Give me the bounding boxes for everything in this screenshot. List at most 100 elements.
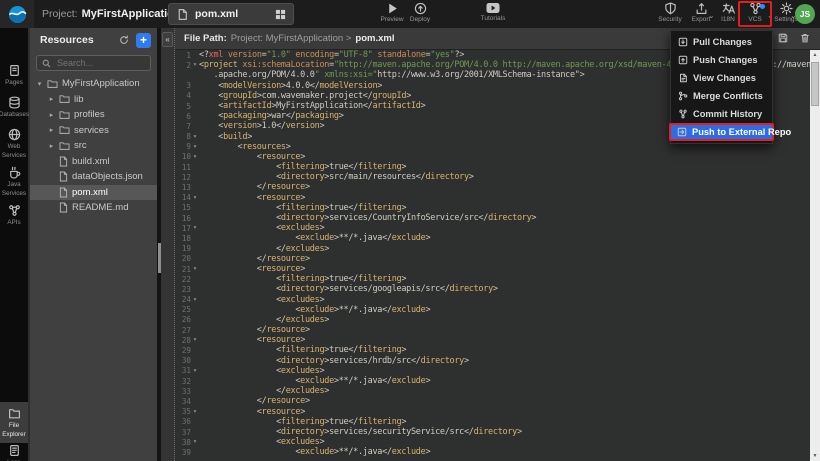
fold-marker-icon[interactable]: ▾ <box>191 337 199 343</box>
fold-marker-icon[interactable]: ▾ <box>191 266 199 272</box>
code-line: <directory>src/main/resources</directory… <box>199 172 474 182</box>
code-row: 26 </excludes> <box>175 315 810 325</box>
fold-marker-icon[interactable]: ▾ <box>191 195 199 201</box>
resources-search[interactable] <box>36 55 151 71</box>
sidebar-item-databases[interactable]: Databases <box>0 96 28 118</box>
tree-item-profiles[interactable]: ▸profiles <box>30 107 157 123</box>
menu-item-merge-conflicts[interactable]: Merge Conflicts <box>671 87 772 105</box>
code-row: 34 </resource> <box>175 396 810 406</box>
add-resource-button[interactable]: + <box>136 33 151 48</box>
tree-item-lib[interactable]: ▸lib <box>30 92 157 108</box>
user-avatar[interactable]: JS <box>795 4 815 24</box>
editor-scrollbar[interactable]: ▲ ▼ <box>810 50 820 461</box>
fold-marker-icon[interactable]: ▾ <box>191 297 199 303</box>
line-number: 11 <box>175 163 191 172</box>
line-number: 9 <box>175 142 191 151</box>
chevron-right-icon[interactable]: ▸ <box>48 95 55 103</box>
code-line: <artifactId>MyFirstApplication</artifact… <box>199 101 425 111</box>
tree-item-dataobjects-json[interactable]: dataObjects.json <box>30 169 157 185</box>
chevron-right-icon[interactable]: ▸ <box>48 142 55 150</box>
fold-marker-icon[interactable]: ▾ <box>191 225 199 231</box>
code-line: </excludes> <box>199 244 329 254</box>
deploy-button[interactable]: Deploy <box>405 2 435 23</box>
tutorials-button[interactable]: Tutorials <box>478 2 508 22</box>
fold-marker-icon[interactable]: ▾ <box>191 144 199 150</box>
fold-marker-icon[interactable]: ▾ <box>191 154 199 160</box>
menu-item-push-changes[interactable]: Push Changes <box>671 51 772 69</box>
activity-bar: ••• PagesDatabasesWebServicesJavaService… <box>0 28 28 461</box>
grid-icon[interactable] <box>275 9 286 20</box>
line-number: 38 <box>175 438 191 447</box>
line-number: 23 <box>175 285 191 294</box>
folder-icon <box>59 141 70 151</box>
code-row: 18 <exclude>**/*.java</exclude> <box>175 233 810 243</box>
sidebar-item-label: Databases <box>0 111 29 118</box>
line-number: 32 <box>175 377 191 386</box>
fold-marker-icon[interactable]: ▾ <box>191 409 199 415</box>
line-number: 26 <box>175 315 191 324</box>
code-line: .apache.org/POM/4.0.0" xmlns:xsi="http:/… <box>199 70 584 80</box>
open-file-tab[interactable]: pom.xml <box>168 3 294 25</box>
sidebar-item-web-services[interactable]: WebServices <box>0 128 28 159</box>
fold-marker-icon[interactable]: ▾ <box>191 439 199 445</box>
search-input[interactable] <box>55 57 140 69</box>
tree-item-src[interactable]: ▸src <box>30 138 157 154</box>
refresh-icon[interactable] <box>119 35 129 45</box>
sidebar-item-logs[interactable]: Logs <box>0 444 28 461</box>
line-number: 16 <box>175 214 191 223</box>
code-line: <exclude>**/*.java</exclude> <box>199 233 430 243</box>
editor-scrollbar-thumb[interactable] <box>811 62 819 106</box>
chevron-right-icon[interactable]: ▸ <box>48 111 55 119</box>
collapse-panel-button[interactable]: « <box>162 32 173 47</box>
fold-marker-icon[interactable]: ▾ <box>191 134 199 140</box>
fold-marker-icon[interactable]: ▾ <box>191 368 199 374</box>
sidebar-item-file-explorer[interactable]: FileExplorer <box>0 402 28 443</box>
file-icon <box>59 156 68 167</box>
sidebar-item-java-services[interactable]: JavaServices <box>0 166 28 197</box>
preview-label: Preview <box>380 16 403 23</box>
databases-icon <box>8 96 21 109</box>
deploy-label: Deploy <box>410 16 430 23</box>
code-line: <?xml version="1.0" encoding="UTF-8" sta… <box>199 50 464 60</box>
sidebar-item-pages[interactable]: Pages <box>0 64 28 86</box>
menu-item-pull-changes[interactable]: Pull Changes <box>671 33 772 51</box>
code-row: 22 <filtering>true</filtering> <box>175 274 810 284</box>
menu-item-push-to-external-repo[interactable]: Push to External Repo <box>669 123 774 141</box>
code-row: 15 <filtering>true</filtering> <box>175 203 810 213</box>
save-icon[interactable] <box>778 33 788 43</box>
chevron-down-icon[interactable]: ▾ <box>36 80 43 88</box>
security-button[interactable]: Security <box>655 2 685 23</box>
line-number: 27 <box>175 326 191 335</box>
chevron-right-icon[interactable]: ▸ <box>48 126 55 134</box>
code-line: <resource> <box>199 152 305 162</box>
resources-panel: Resources + ▾MyFirstApplication▸lib▸prof… <box>30 28 157 461</box>
line-number: 19 <box>175 244 191 253</box>
preview-button[interactable]: Preview <box>377 2 407 23</box>
line-number: 8 <box>175 132 191 141</box>
menu-item-view-changes[interactable]: View Changes <box>671 69 772 87</box>
code-row: 14▾ <resource> <box>175 193 810 203</box>
line-number: 31 <box>175 366 191 375</box>
tree-item-readme-md[interactable]: README.md <box>30 200 157 216</box>
trash-icon[interactable] <box>800 33 810 43</box>
scroll-up-arrow-icon[interactable]: ▲ <box>810 50 820 60</box>
push-external-repo-icon <box>677 127 687 137</box>
vcs-button[interactable]: VCS <box>740 2 770 23</box>
scroll-down-arrow-icon[interactable]: ▼ <box>810 451 820 461</box>
code-line: <excludes> <box>199 366 324 376</box>
sidebar-item-apis[interactable]: APIs <box>0 204 28 226</box>
logs-icon <box>8 444 21 457</box>
tree-item-label: dataObjects.json <box>72 171 143 182</box>
code-line: <excludes> <box>199 437 324 447</box>
logo[interactable] <box>0 0 34 28</box>
menu-item-commit-history[interactable]: Commit History <box>671 105 772 123</box>
folder-icon <box>59 110 70 120</box>
file-tree: ▾MyFirstApplication▸lib▸profiles▸service… <box>30 76 157 216</box>
fold-marker-icon[interactable]: ▾ <box>191 62 199 68</box>
i18n-button[interactable]: I18N <box>713 2 743 23</box>
sidebar-item-label: APIs <box>7 219 20 226</box>
tree-item-build-xml[interactable]: build.xml <box>30 154 157 170</box>
tree-item-pom-xml[interactable]: pom.xml <box>30 185 157 201</box>
tree-item-services[interactable]: ▸services <box>30 123 157 139</box>
tree-item-myfirstapplication[interactable]: ▾MyFirstApplication <box>30 76 157 92</box>
